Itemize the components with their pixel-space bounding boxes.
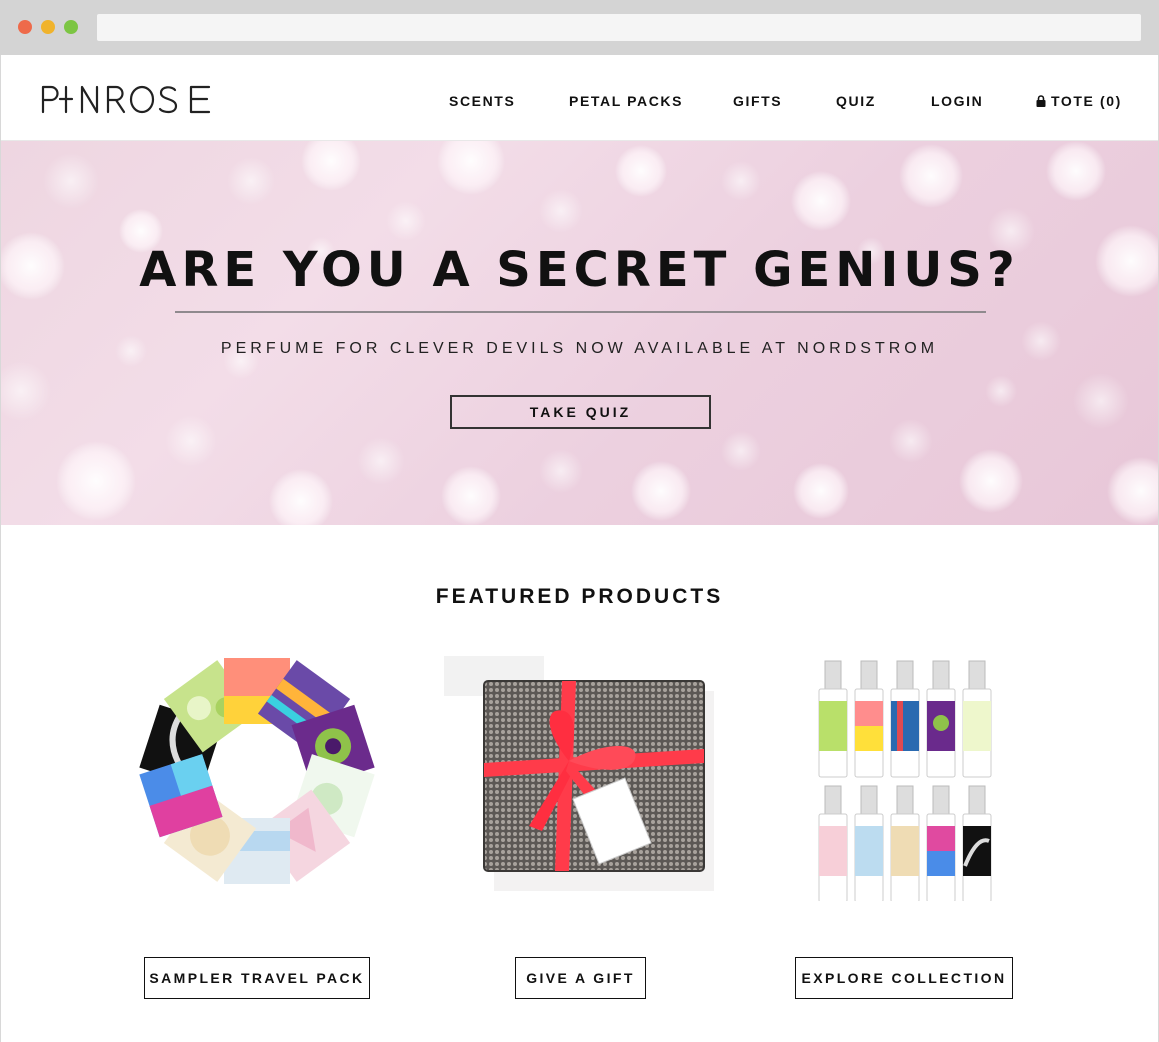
explore-collection-button[interactable]: EXPLORE COLLECTION <box>795 957 1013 999</box>
lock-icon <box>1036 95 1046 107</box>
gift-box-image[interactable] <box>434 651 726 901</box>
hero-subtitle: PERFUME FOR CLEVER DEVILS NOW AVAILABLE … <box>220 340 939 357</box>
sampler-travel-pack-button[interactable]: SAMPLER TRAVEL PACK <box>144 957 370 999</box>
nav-login[interactable]: LOGIN <box>931 93 983 109</box>
minimize-window-dot[interactable] <box>41 20 55 34</box>
site-header: SCENTS PETAL PACKS GIFTS QUIZ LOGIN TOTE… <box>1 55 1158 141</box>
nav-tote[interactable]: TOTE (0) <box>1036 93 1122 109</box>
nav-quiz[interactable]: QUIZ <box>836 93 876 109</box>
address-bar[interactable] <box>97 14 1141 41</box>
pinrose-logo[interactable] <box>41 83 213 115</box>
nav-gifts[interactable]: GIFTS <box>733 93 782 109</box>
bokeh-background <box>1 141 1158 525</box>
take-quiz-button[interactable]: TAKE QUIZ <box>450 395 711 429</box>
browser-chrome <box>0 0 1159 55</box>
page: SCENTS PETAL PACKS GIFTS QUIZ LOGIN TOTE… <box>0 55 1159 1042</box>
hero-title: ARE YOU A SECRET GENIUS? <box>139 242 1020 298</box>
sampler-travel-pack-image[interactable] <box>131 651 383 891</box>
tote-label: TOTE (0) <box>1051 93 1122 109</box>
give-a-gift-button[interactable]: GIVE A GIFT <box>515 957 646 999</box>
nav-scents[interactable]: SCENTS <box>449 93 515 109</box>
collection-bottles-image[interactable] <box>811 651 1001 901</box>
nav-petal-packs[interactable]: PETAL PACKS <box>569 93 683 109</box>
maximize-window-dot[interactable] <box>64 20 78 34</box>
featured-products-title: FEATURED PRODUCTS <box>435 585 724 608</box>
hero-banner: ARE YOU A SECRET GENIUS? PERFUME FOR CLE… <box>1 141 1158 525</box>
close-window-dot[interactable] <box>18 20 32 34</box>
hero-divider <box>175 311 986 313</box>
